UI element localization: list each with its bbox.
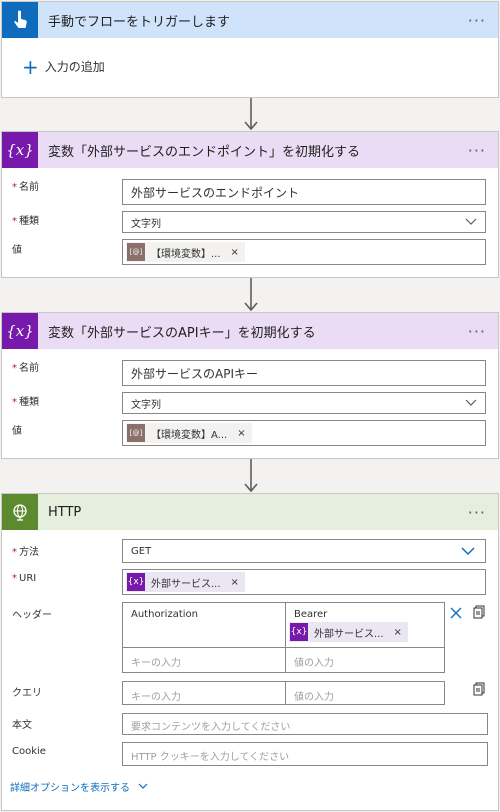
show-advanced-options-link[interactable]: 詳細オプションを表示する	[10, 779, 148, 794]
http-uri-field[interactable]: {x} 外部サービス... ×	[122, 569, 486, 595]
cookie-input[interactable]: HTTP クッキーを入力してください	[122, 742, 488, 766]
env-variable-icon: [@]	[127, 424, 145, 442]
http-body-label: 本文	[12, 720, 32, 731]
variable-token[interactable]: {x} 外部サービス... ×	[126, 572, 245, 592]
switch-to-text-icon[interactable]	[473, 605, 485, 619]
http-method-label: * 方法	[12, 547, 39, 558]
var2-menu-button[interactable]: ···	[468, 313, 486, 349]
http-menu-button[interactable]: ···	[468, 494, 486, 530]
var1-header[interactable]: {𝑥} 変数「外部サービスのエンドポイント」を初期化する ···	[2, 132, 498, 168]
trigger-menu-button[interactable]: ···	[468, 2, 486, 38]
remove-token-button[interactable]: ×	[394, 627, 402, 638]
remove-token-button[interactable]: ×	[231, 247, 239, 258]
variable-icon: {𝑥}	[2, 313, 38, 349]
var1-title: 変数「外部サービスのエンドポイント」を初期化する	[48, 144, 361, 160]
plus-icon: +	[22, 54, 39, 79]
add-input-button[interactable]: + 入力の追加	[22, 54, 105, 79]
close-icon[interactable]	[450, 607, 462, 619]
globe-icon	[2, 494, 38, 530]
trigger-card: 手動でフローをトリガーします ··· + 入力の追加	[1, 1, 499, 98]
switch-to-text-icon[interactable]	[473, 682, 485, 696]
http-cookie-label: Cookie	[12, 746, 46, 757]
trigger-title: 手動でフローをトリガーします	[48, 14, 231, 30]
chevron-down-icon	[138, 783, 148, 789]
var2-name-label: * 名前	[12, 363, 39, 374]
env-variable-token[interactable]: [@] 【環境変数】... ×	[126, 242, 245, 262]
var2-name-field[interactable]: 外部サービスのAPIキー	[122, 360, 486, 386]
var1-name-label: * 名前	[12, 182, 39, 193]
variable-token[interactable]: {x} 外部サービス... ×	[289, 622, 408, 642]
flow-arrow-icon	[244, 278, 258, 312]
http-headers-label: ヘッダー	[12, 610, 52, 621]
var2-value-label: 値	[12, 426, 22, 437]
http-method-select[interactable]: GET	[122, 539, 486, 563]
add-input-label: 入力の追加	[44, 60, 105, 74]
init-variable-apikey-card: {𝑥} 変数「外部サービスのAPIキー」を初期化する ··· * 名前 外部サービ…	[1, 312, 499, 459]
chevron-down-icon	[461, 546, 475, 555]
header-value-field[interactable]: Bearer {x} 外部サービス... ×	[285, 602, 445, 648]
var1-value-field[interactable]: [@] 【環境変数】... ×	[122, 239, 486, 265]
chevron-down-icon	[465, 218, 477, 225]
var2-value-field[interactable]: [@] 【環境変数】A... ×	[122, 420, 486, 446]
header-value-text: Bearer	[294, 609, 328, 620]
flow-arrow-icon	[244, 459, 258, 493]
variable-token-icon: {x}	[290, 623, 308, 641]
touch-icon	[2, 2, 38, 38]
http-query-label: クエリ	[12, 688, 42, 699]
header-key-field[interactable]: Authorization	[122, 602, 286, 648]
trigger-header[interactable]: 手動でフローをトリガーします ···	[2, 2, 498, 38]
chevron-down-icon	[465, 399, 477, 406]
env-variable-icon: [@]	[127, 243, 145, 261]
variable-token-icon: {x}	[127, 573, 145, 591]
var1-menu-button[interactable]: ···	[468, 132, 486, 168]
var2-title: 変数「外部サービスのAPIキー」を初期化する	[48, 325, 316, 341]
var1-type-select[interactable]: 文字列	[122, 211, 486, 233]
http-title: HTTP	[48, 504, 82, 520]
http-header[interactable]: HTTP ···	[2, 494, 498, 530]
var2-type-label: * 種類	[12, 397, 39, 408]
http-uri-label: * URI	[12, 573, 37, 584]
var1-name-field[interactable]: 外部サービスのエンドポイント	[122, 179, 486, 205]
query-value-input[interactable]: 値の入力	[285, 681, 445, 705]
var1-type-label: * 種類	[12, 216, 39, 227]
var2-header[interactable]: {𝑥} 変数「外部サービスのAPIキー」を初期化する ···	[2, 313, 498, 349]
init-variable-endpoint-card: {𝑥} 変数「外部サービスのエンドポイント」を初期化する ··· * 名前 外部サ…	[1, 131, 499, 278]
query-key-input[interactable]: キーの入力	[122, 681, 286, 705]
remove-token-button[interactable]: ×	[231, 577, 239, 588]
header-key-input[interactable]: キーの入力	[122, 647, 286, 673]
var1-value-label: 値	[12, 245, 22, 256]
body-input[interactable]: 要求コンテンツを入力してください	[122, 713, 488, 735]
variable-icon: {𝑥}	[2, 132, 38, 168]
header-value-input[interactable]: 値の入力	[285, 647, 445, 673]
var2-type-select[interactable]: 文字列	[122, 392, 486, 414]
flow-arrow-icon	[244, 98, 258, 131]
env-variable-token[interactable]: [@] 【環境変数】A... ×	[126, 423, 252, 443]
http-action-card: HTTP ··· * 方法 GET * URI {x} 外部サービス... × ヘッ…	[1, 493, 499, 811]
remove-token-button[interactable]: ×	[237, 428, 245, 439]
